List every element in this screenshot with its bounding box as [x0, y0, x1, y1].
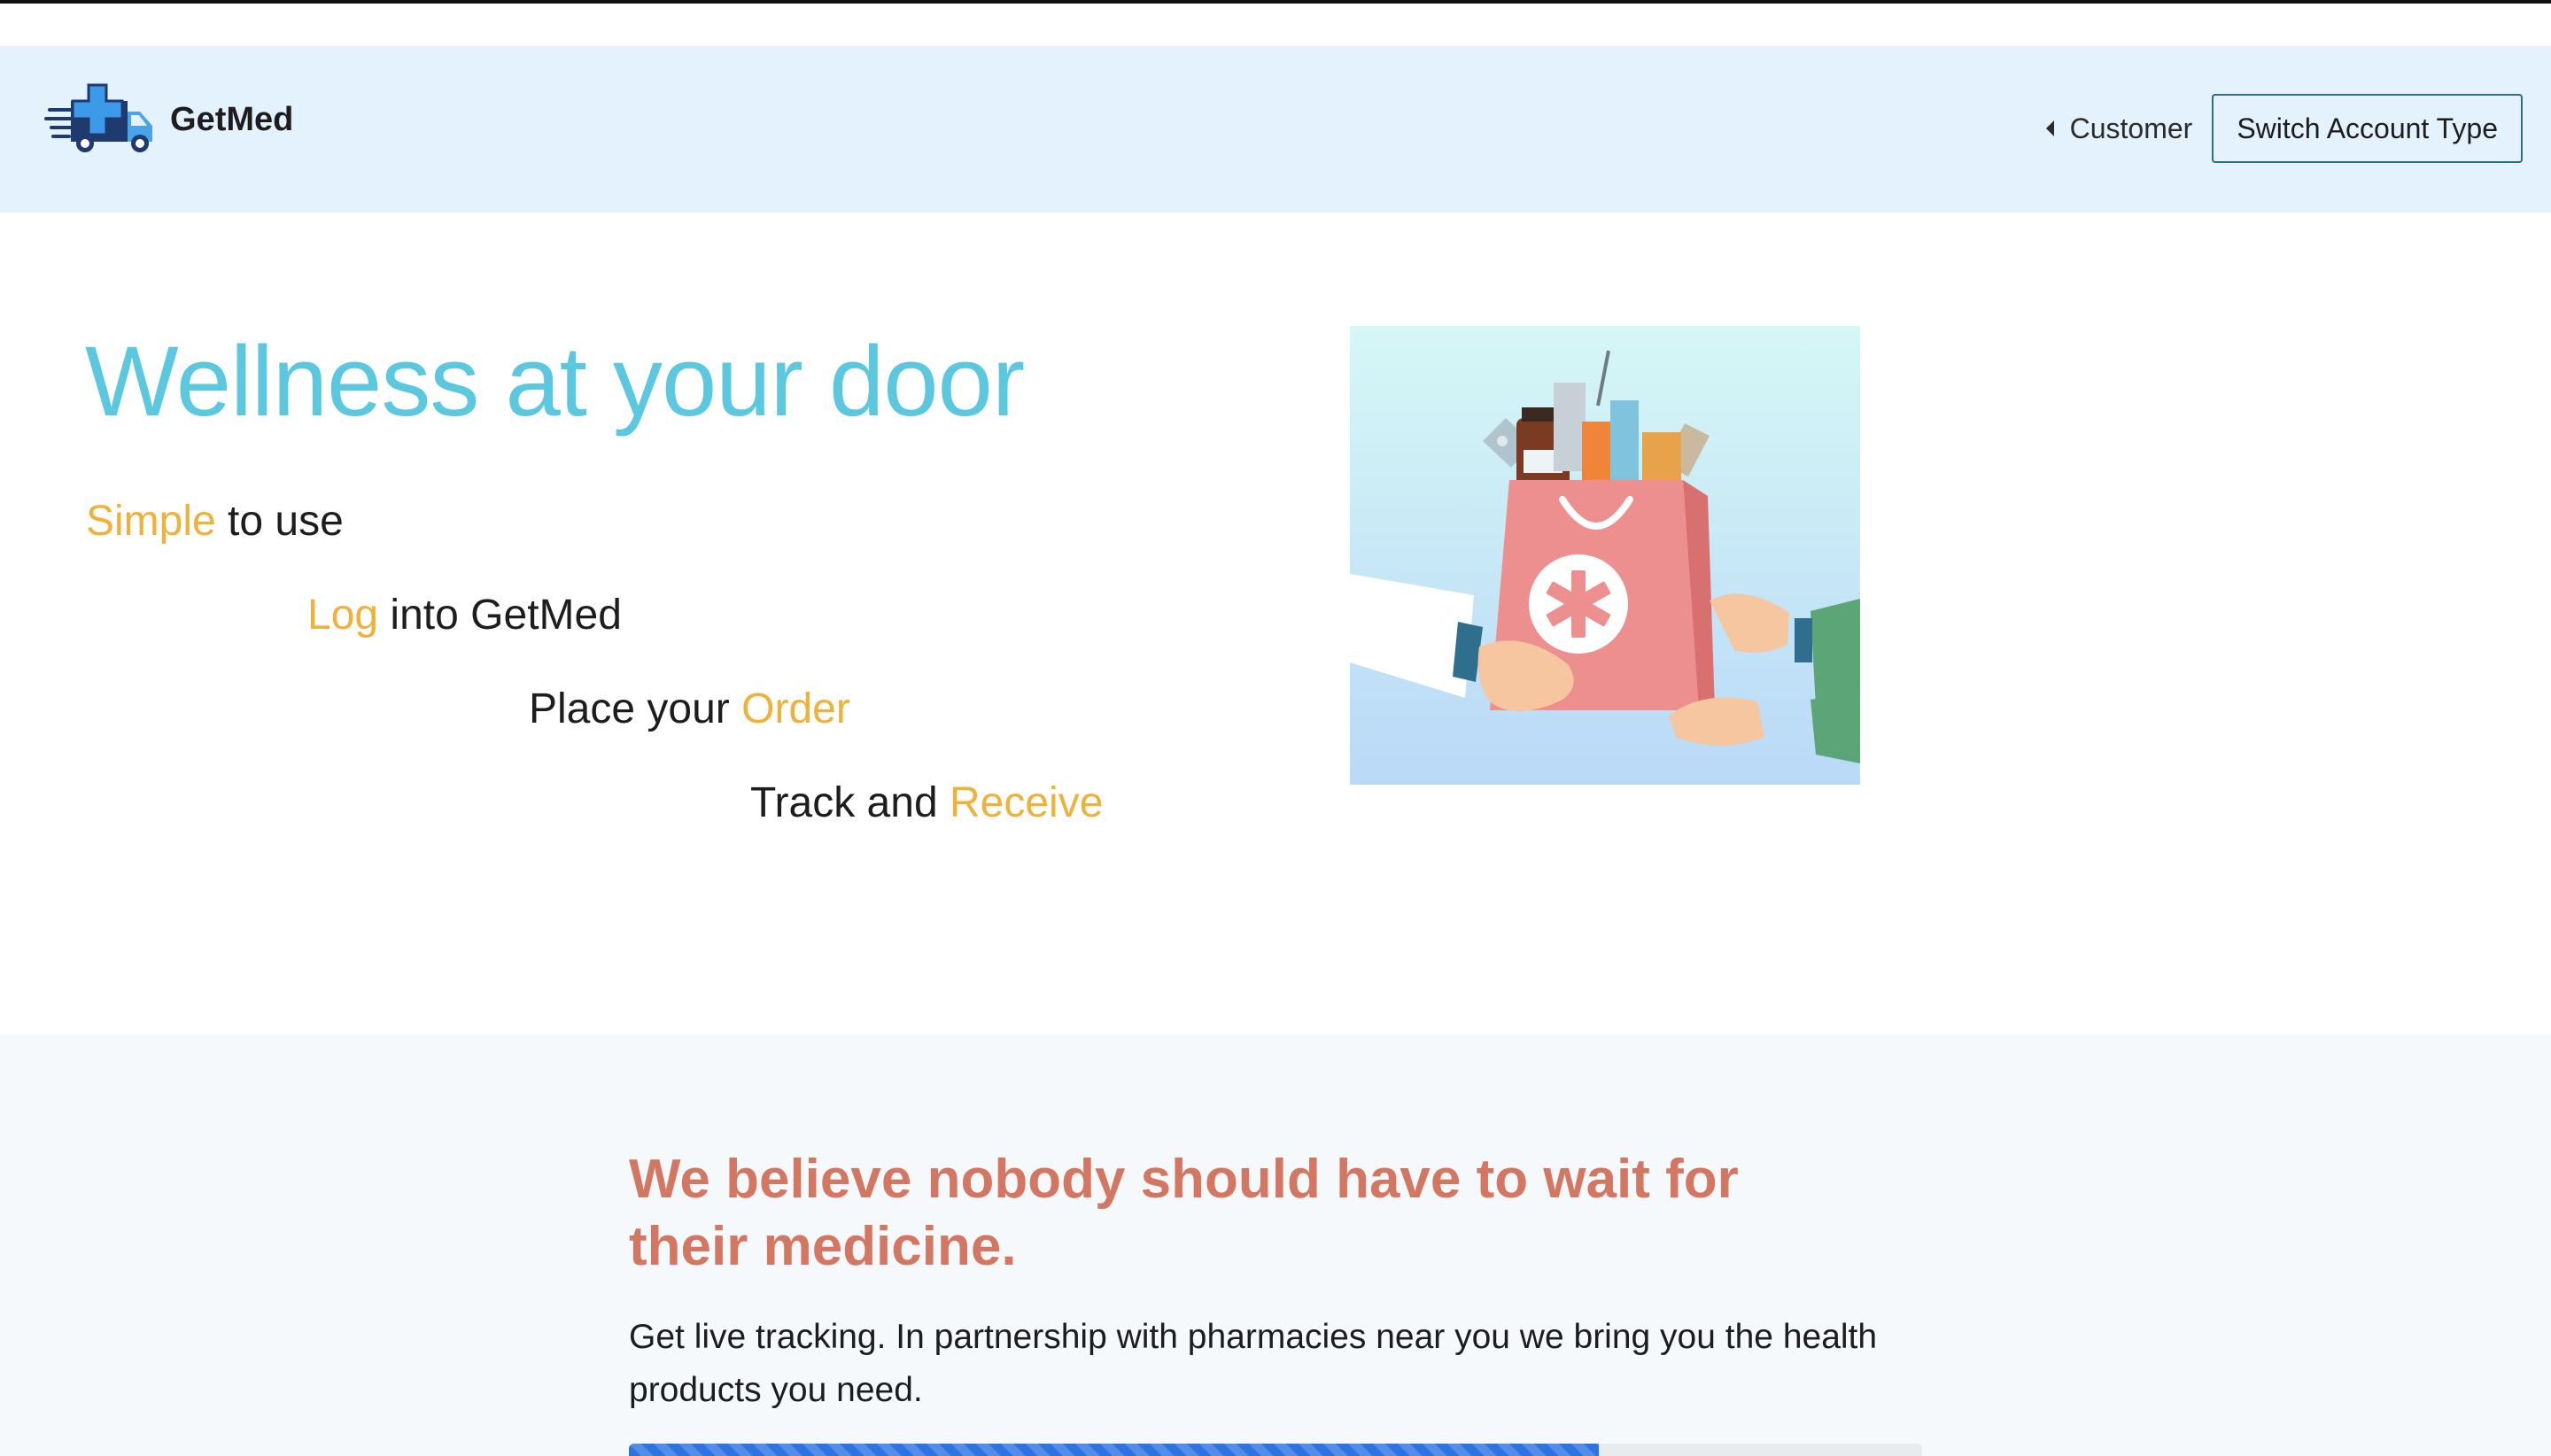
- step-accent: Order: [741, 685, 850, 732]
- hero-title: Wellness at your door: [85, 326, 1025, 437]
- step-accent: Log: [307, 592, 379, 639]
- step-text: Place your: [529, 685, 742, 732]
- caret-left-icon: [2045, 120, 2054, 136]
- step-receive: Track and Receive: [750, 778, 1103, 829]
- account-dropdown[interactable]: Customer: [2045, 112, 2193, 145]
- step-accent: Receive: [949, 779, 1104, 826]
- step-accent: Simple: [86, 498, 216, 545]
- switch-account-type-button[interactable]: Switch Account Type: [2212, 94, 2523, 163]
- delivery-truck-medical-cross-icon: [44, 83, 152, 152]
- navbar-right: Customer Switch Account Type: [2045, 94, 2523, 163]
- account-label: Customer: [2069, 112, 2193, 144]
- step-order: Place your Order: [529, 684, 850, 735]
- step-text: to use: [215, 498, 344, 545]
- top-border: [0, 0, 2551, 4]
- step-text: Track and: [750, 779, 950, 826]
- brand-link[interactable]: GetMed: [44, 81, 293, 158]
- step-text: into GetMed: [378, 592, 622, 639]
- brand-name: GetMed: [170, 100, 294, 138]
- progress-bar-fill: [629, 1444, 1599, 1456]
- step-log-in: Log into GetMed: [307, 590, 622, 641]
- step-simple: Simple to use: [86, 496, 344, 547]
- delivery-progress-bar: [629, 1444, 1922, 1456]
- mission-text: Get live tracking. In partnership with p…: [629, 1318, 1878, 1410]
- medicine-delivery-illustration: [1350, 326, 1860, 785]
- mission-title: We believe nobody should have to wait fo…: [629, 1149, 1739, 1277]
